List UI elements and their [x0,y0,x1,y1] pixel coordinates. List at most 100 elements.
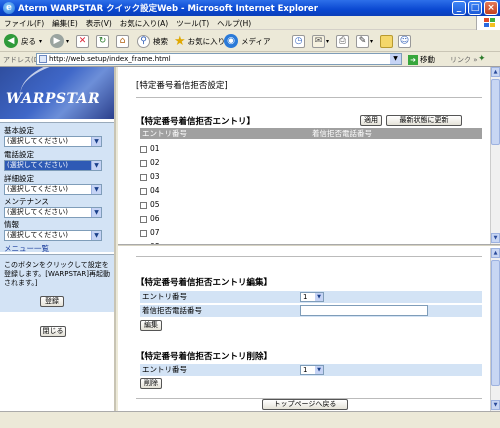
refresh-state-button[interactable]: 最新状態に更新 [386,115,462,126]
row-checkbox[interactable] [140,173,147,181]
menu-view[interactable]: 表示(V) [82,16,116,29]
row-entry-number: 04 [150,186,160,195]
edit-entry-select[interactable]: 1 ▼ [300,292,324,302]
refresh-button[interactable]: ↻ [96,33,109,49]
row-checkbox[interactable] [140,187,147,195]
search-label: 検索 [153,36,168,46]
address-input[interactable]: http://web.setup/index_frame.html ▼ [36,53,402,65]
frame-divider[interactable] [118,244,500,247]
messenger-button[interactable]: ☺ [398,33,411,49]
star-icon: ★ [174,33,186,49]
back-to-top-button[interactable]: トップページへ戻る [262,399,348,410]
nav-select-advanced[interactable]: (選択してください) ▼ [4,184,102,195]
edit-entry-label: エントリ番号 [142,292,187,301]
nav-heading-advanced: 詳細設定 [4,174,34,183]
menu-tools[interactable]: ツール(T) [172,16,213,29]
row-checkbox[interactable] [140,159,147,167]
forward-dropdown-icon: ▾ [66,37,70,45]
menu-edit[interactable]: 編集(E) [48,16,82,29]
table-row: 04 [140,186,400,199]
scroll-up-icon[interactable]: ▲ [491,67,500,77]
toolbar: ◀ 戻る ▾ ▶ ▾ ✕ ↻ ⌂ ⚲ 検索 ★ お気に入り ◉ メディア ◷ ✉… [0,30,500,52]
col-entry-number: エントリ番号 [142,129,187,138]
lower-scrollbar[interactable]: ▲ ▼ [490,248,500,411]
nav-group-phone: 電話設定 (選択してください) ▼ [4,149,102,171]
scroll-up-icon[interactable]: ▲ [491,248,500,258]
media-button[interactable]: ◉ メディア [224,33,270,49]
links-label[interactable]: リンク » [450,55,478,65]
history-button[interactable]: ◷ [292,33,305,49]
edit-section-title: 【特定番号着信拒否エントリ編集】 [136,278,273,288]
favorites-button[interactable]: ★ お気に入り [174,33,225,49]
row-checkbox[interactable] [140,215,147,223]
forward-button[interactable]: ▶ ▾ [50,33,69,49]
row-entry-number: 03 [150,172,160,181]
delete-button[interactable]: 削除 [140,378,162,389]
back-dropdown-icon: ▾ [39,37,43,45]
stop-button[interactable]: ✕ [76,33,89,49]
minimize-button[interactable]: _ [452,1,466,15]
register-button[interactable]: 登録 [40,296,64,307]
row-checkbox[interactable] [140,201,147,209]
edit-button[interactable]: ✎ ▾ [356,33,373,49]
mail-icon: ✉ [312,34,325,48]
edit-top-divider [136,256,482,257]
ie-icon: e [3,2,15,14]
edit-frame: 【特定番号着信拒否エントリ編集】 エントリ番号 1 ▼ 着信拒否電話番号 編集 【… [118,248,500,411]
register-message: このボタンをクリックして設定を登録します。[WARPSTAR]再起動されます。] [4,261,111,287]
nav-select-maintenance[interactable]: (選択してください) ▼ [4,207,102,218]
print-button[interactable]: ⎙ [336,33,349,49]
warpstar-logo: WARPSTAR [0,67,114,119]
row-entry-number: 02 [150,158,160,167]
menu-list-link[interactable]: メニュー一覧 [4,243,49,254]
page-icon [39,55,47,63]
go-button[interactable]: ➜ 移動 [408,54,435,65]
menu-help[interactable]: ヘルプ(H) [213,16,255,29]
maximize-button[interactable]: □ [468,1,482,15]
menu-favorites[interactable]: お気に入り(A) [116,16,172,29]
nav-group-advanced: 詳細設定 (選択してください) ▼ [4,173,102,195]
nav-heading-basic: 基本設定 [4,126,34,135]
nav-select-info[interactable]: (選択してください) ▼ [4,230,102,241]
edit-button[interactable]: 編集 [140,320,162,331]
extension-icon[interactable]: ✦ [478,54,486,64]
favorites-label: お気に入り [187,36,226,46]
status-bar [0,411,500,428]
scroll-down-icon[interactable]: ▼ [491,400,500,410]
forward-arrow-icon: ▶ [50,34,64,48]
nav-select-phone[interactable]: (選択してください) ▼ [4,160,102,171]
home-button[interactable]: ⌂ [116,33,129,49]
home-icon: ⌂ [116,34,129,48]
address-url: http://web.setup/index_frame.html [49,55,171,63]
nav-select-basic[interactable]: (選択してください) ▼ [4,136,102,147]
menu-file[interactable]: ファイル(F) [0,16,48,29]
close-window-button[interactable]: 閉じる [40,326,66,337]
apply-button[interactable]: 適用 [360,115,382,126]
nav-select-advanced-value: (選択してください) [7,185,69,193]
window-title: Aterm WARPSTAR クイック設定Web - Microsoft Int… [18,4,318,14]
delete-entry-value: 1 [303,366,308,374]
close-button[interactable]: × [484,1,498,15]
scroll-down-icon[interactable]: ▼ [491,233,500,243]
search-button[interactable]: ⚲ 検索 [137,33,168,49]
menu-bar: ファイル(F) 編集(E) 表示(V) お気に入り(A) ツール(T) ヘルプ(H) [0,16,500,30]
delete-entry-select[interactable]: 1 ▼ [300,365,324,375]
chevron-down-icon: ▼ [91,137,101,146]
nav-select-info-value: (選択してください) [7,231,69,239]
upper-scrollbar[interactable]: ▲ ▼ [490,67,500,244]
media-label: メディア [241,36,271,46]
address-dropdown-icon[interactable]: ▼ [390,54,401,64]
phone-number-input[interactable] [300,305,428,316]
row-checkbox[interactable] [140,229,147,237]
scroll-thumb[interactable] [491,260,500,386]
scroll-thumb[interactable] [491,79,500,145]
left-frame: WARPSTAR 基本設定 (選択してください) ▼ 電話設定 (選択してください… [0,67,116,411]
row-checkbox[interactable] [140,145,147,153]
chevron-down-icon: ▼ [91,208,101,217]
search-icon: ⚲ [137,34,150,48]
mail-button[interactable]: ✉ ▾ [312,33,329,49]
history-icon: ◷ [292,34,305,48]
windows-logo-icon [476,16,500,30]
back-button[interactable]: ◀ 戻る ▾ [4,33,42,49]
folder-button[interactable] [380,33,393,49]
